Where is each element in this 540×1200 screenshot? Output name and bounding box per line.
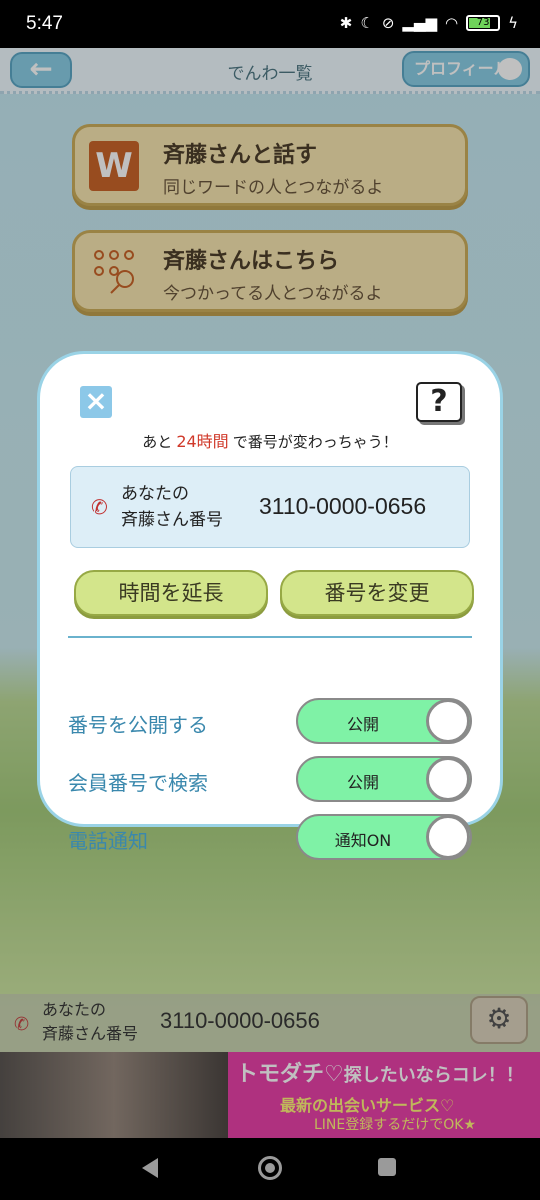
toggle-knob xyxy=(426,699,470,743)
phone-icon: ✆ xyxy=(91,495,108,519)
number-box: ✆ あなたの 斉藤さん番号 3110-0000-0656 xyxy=(70,466,470,548)
system-nav-bar xyxy=(0,1138,540,1200)
phone-number: 3110-0000-0656 xyxy=(259,493,427,519)
divider xyxy=(68,636,472,638)
status-bar: 5:47 ✱ ☾ ⊘ ▂▄▆ ◠ 73 ϟ xyxy=(0,0,540,48)
setting-label: 番号を公開する xyxy=(68,713,208,737)
wifi-icon: ◠ xyxy=(445,14,459,32)
setting-label: 会員番号で検索 xyxy=(68,771,208,795)
battery-icon: 73 xyxy=(466,15,501,31)
mute-icon: ⊘ xyxy=(381,14,395,32)
signal-icon: ▂▄▆ xyxy=(402,14,437,32)
toggle-knob xyxy=(426,815,470,859)
number-modal: × ? あと 24時間 で番号が変わっちゃう！ ✆ あなたの 斉藤さん番号 3110… xyxy=(48,362,492,860)
nav-back-icon[interactable] xyxy=(142,1158,158,1178)
setting-call-notification: 電話通知 通知ON xyxy=(68,814,472,860)
setting-label: 電話通知 xyxy=(68,829,148,853)
status-time: 5:47 xyxy=(26,13,63,34)
remaining-hours: 24時間 xyxy=(176,432,229,451)
bluetooth-icon: ✱ xyxy=(339,14,353,32)
nav-home-icon[interactable] xyxy=(258,1156,282,1180)
toggle-knob xyxy=(426,757,470,801)
number-label: あなたの 斉藤さん番号 xyxy=(121,484,223,530)
call-notification-toggle[interactable]: 通知ON xyxy=(296,814,472,860)
close-icon: × xyxy=(84,384,108,417)
setting-publish-number: 番号を公開する 公開 xyxy=(68,698,472,744)
remaining-time-text: あと 24時間 で番号が変わっちゃう！ xyxy=(142,432,398,451)
nav-recents-icon[interactable] xyxy=(378,1158,396,1176)
moon-icon: ☾ xyxy=(360,14,374,32)
publish-number-toggle[interactable]: 公開 xyxy=(296,698,472,744)
extend-time-button[interactable]: 時間を延長 xyxy=(74,570,268,616)
status-icons: ✱ ☾ ⊘ ▂▄▆ ◠ 73 ϟ xyxy=(340,14,518,32)
change-number-button[interactable]: 番号を変更 xyxy=(280,570,474,616)
help-button[interactable]: ? xyxy=(416,382,462,422)
member-search-toggle[interactable]: 公開 xyxy=(296,756,472,802)
app-screen: ← でんわ一覧 プロフィール W 斉藤さんと話す 同じワードの人とつながるよ 斉… xyxy=(0,48,540,1138)
close-button[interactable]: × xyxy=(80,386,112,418)
charging-icon: ϟ xyxy=(508,14,518,32)
setting-member-search: 会員番号で検索 公開 xyxy=(68,756,472,802)
